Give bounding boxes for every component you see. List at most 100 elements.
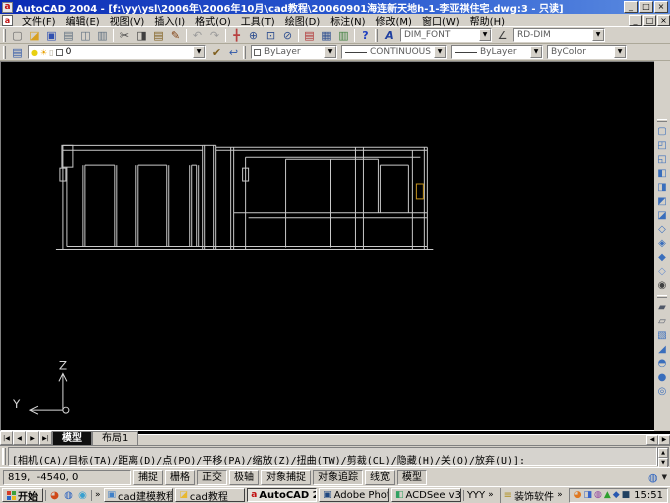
quick-launch-icon[interactable]: ◕ [48, 490, 61, 501]
surface-toolbar-button[interactable]: ◓ [655, 357, 670, 371]
menu-item[interactable]: 格式(O) [190, 13, 236, 28]
menu-item[interactable]: 修改(M) [371, 13, 417, 28]
toolbar-button[interactable]: ▣ [43, 28, 60, 43]
toolbar-button[interactable]: ⊡ [262, 28, 279, 43]
view-toolbar-button[interactable]: ◇ [655, 265, 670, 279]
toolbar-button[interactable]: ✎ [167, 28, 184, 43]
surface-toolbar-button[interactable]: ▱ [655, 315, 670, 329]
status-toggle-button[interactable]: 栅格 [165, 469, 195, 485]
toolbar-grip[interactable] [657, 119, 667, 122]
toolbar-button[interactable]: ⊘ [279, 28, 296, 43]
toolbar-button[interactable]: ▥ [94, 28, 111, 43]
menu-item[interactable]: 文件(F) [17, 13, 61, 28]
toolbar-button[interactable]: ▤ [60, 28, 77, 43]
quick-launch-icon[interactable]: ◉ [76, 490, 89, 501]
layer-previous-icon[interactable]: ↩ [225, 45, 242, 60]
taskbar-task-button[interactable]: ◪ cad教程 [175, 488, 246, 502]
toolbar-grip[interactable] [243, 45, 246, 59]
desktop-toolbar-decor[interactable]: ≡ 装饰软件 » [499, 487, 567, 503]
toolbar-button[interactable]: ╋ [228, 28, 245, 43]
doc-minimize-button[interactable]: _ [629, 14, 642, 26]
autocad-app-icon[interactable]: a [2, 1, 13, 13]
menu-item[interactable]: 帮助(H) [465, 13, 510, 28]
tab-nav-button[interactable]: |◀ [0, 431, 13, 445]
linetype-combo[interactable]: CONTINUOUS ▼ [341, 45, 447, 59]
view-toolbar-button[interactable]: ◩ [655, 195, 670, 209]
text-style-combo[interactable]: DIM_FONT ▼ [400, 28, 492, 42]
surface-toolbar-button[interactable]: ▰ [655, 301, 670, 315]
minimize-button[interactable]: _ [624, 1, 638, 13]
chevron-down-icon[interactable]: ▼ [530, 46, 542, 58]
toolbar-grip[interactable] [375, 28, 378, 42]
text-style-icon[interactable]: A [381, 28, 398, 43]
command-scrollbar[interactable]: ▲ ▼ [657, 447, 669, 468]
make-layer-current-icon[interactable]: ✔ [208, 45, 225, 60]
status-menu-caret-icon[interactable]: ▼ [662, 473, 667, 481]
status-toggle-button[interactable]: 线宽 [365, 469, 395, 485]
toolbar-button[interactable]: ↶ [189, 28, 206, 43]
layout-tab[interactable]: 布局1 [92, 431, 139, 445]
chevron-icon[interactable]: » [556, 490, 564, 500]
status-toggle-button[interactable]: 极轴 [229, 469, 259, 485]
tab-nav-button[interactable]: ▶ [26, 431, 39, 445]
toolbar-button[interactable]: ▤ [150, 28, 167, 43]
dim-style-combo[interactable]: RD-DIM ▼ [513, 28, 605, 42]
quick-launch-icon[interactable]: ◍ [62, 490, 75, 501]
surface-toolbar-button[interactable]: ▧ [655, 329, 670, 343]
horizontal-scrollbar[interactable]: ◀ ▶ [138, 431, 670, 445]
tray-icon[interactable]: ◍ [594, 490, 602, 500]
toolbar-button[interactable]: ◨ [133, 28, 150, 43]
toolbar-button[interactable]: ⊕ [245, 28, 262, 43]
taskbar-task-button[interactable]: ▣ cad建模教程... [103, 488, 174, 502]
toolbar-grip[interactable] [3, 45, 6, 59]
menu-item[interactable]: 绘图(D) [280, 13, 326, 28]
status-toggle-button[interactable]: 模型 [397, 469, 427, 485]
toolbar-button[interactable]: ✂ [116, 28, 133, 43]
chevron-icon[interactable]: » [487, 490, 495, 500]
taskbar-task-button[interactable]: a AutoCAD 200... [247, 488, 318, 502]
start-button[interactable]: 开始 [2, 488, 43, 503]
view-toolbar-button[interactable]: ◇ [655, 223, 670, 237]
chevron-down-icon[interactable]: ▼ [193, 46, 205, 58]
view-toolbar-button[interactable]: ◈ [655, 237, 670, 251]
scroll-up-icon[interactable]: ▲ [658, 448, 668, 458]
surface-toolbar-button[interactable]: ● [655, 371, 670, 385]
view-toolbar-button[interactable]: ◰ [655, 139, 670, 153]
menu-item[interactable]: 工具(T) [236, 13, 280, 28]
color-combo[interactable]: ByLayer ▼ [251, 45, 337, 59]
dim-style-icon[interactable]: ∠ [494, 28, 511, 43]
taskbar-task-button[interactable]: ▣ Adobe Photo... [319, 488, 389, 502]
tray-icon[interactable]: ◕ [574, 490, 582, 500]
view-toolbar-button[interactable]: ◧ [655, 167, 670, 181]
chevron-icon[interactable]: » [94, 490, 102, 500]
menu-item[interactable]: 视图(V) [105, 13, 150, 28]
chevron-down-icon[interactable]: ▼ [434, 46, 446, 58]
chevron-down-icon[interactable]: ▼ [324, 46, 336, 58]
chevron-down-icon[interactable]: ▼ [479, 29, 491, 41]
status-toggle-button[interactable]: 捕捉 [133, 469, 163, 485]
close-button[interactable]: × [654, 1, 668, 13]
taskbar-task-button[interactable]: ◧ ACDSee v3.1... [390, 488, 461, 502]
view-toolbar-button[interactable]: ◆ [655, 251, 670, 265]
tray-icon[interactable]: ▲ [604, 490, 611, 500]
plotstyle-combo[interactable]: ByColor ▼ [547, 45, 627, 59]
status-toggle-button[interactable]: 对象捕捉 [261, 469, 311, 485]
view-toolbar-button[interactable]: ◪ [655, 209, 670, 223]
toolbar-button[interactable]: ▤ [301, 28, 318, 43]
toolbar-button[interactable]: ▥ [335, 28, 352, 43]
command-window-grip[interactable] [2, 448, 6, 465]
status-toggle-button[interactable]: 对象追踪 [313, 469, 363, 485]
help-button[interactable]: ? [357, 28, 374, 43]
scroll-left-icon[interactable]: ◀ [646, 435, 658, 445]
tab-nav-button[interactable]: ◀ [13, 431, 26, 445]
menu-item[interactable]: 标注(N) [325, 13, 370, 28]
toolbar-button[interactable]: ▦ [318, 28, 335, 43]
view-toolbar-button[interactable]: ◨ [655, 181, 670, 195]
toolbar-button[interactable]: ◫ [77, 28, 94, 43]
toolbar-button[interactable]: ◪ [26, 28, 43, 43]
menu-item[interactable]: 编辑(E) [61, 13, 105, 28]
restore-button[interactable]: □ [639, 1, 653, 13]
command-input[interactable]: [相机(CA)/目标(TA)/距离(D)/点(PO)/平移(PA)/缩放(Z)/… [8, 447, 657, 466]
doc-close-button[interactable]: × [657, 14, 670, 26]
surface-toolbar-button[interactable]: ◎ [655, 385, 670, 399]
